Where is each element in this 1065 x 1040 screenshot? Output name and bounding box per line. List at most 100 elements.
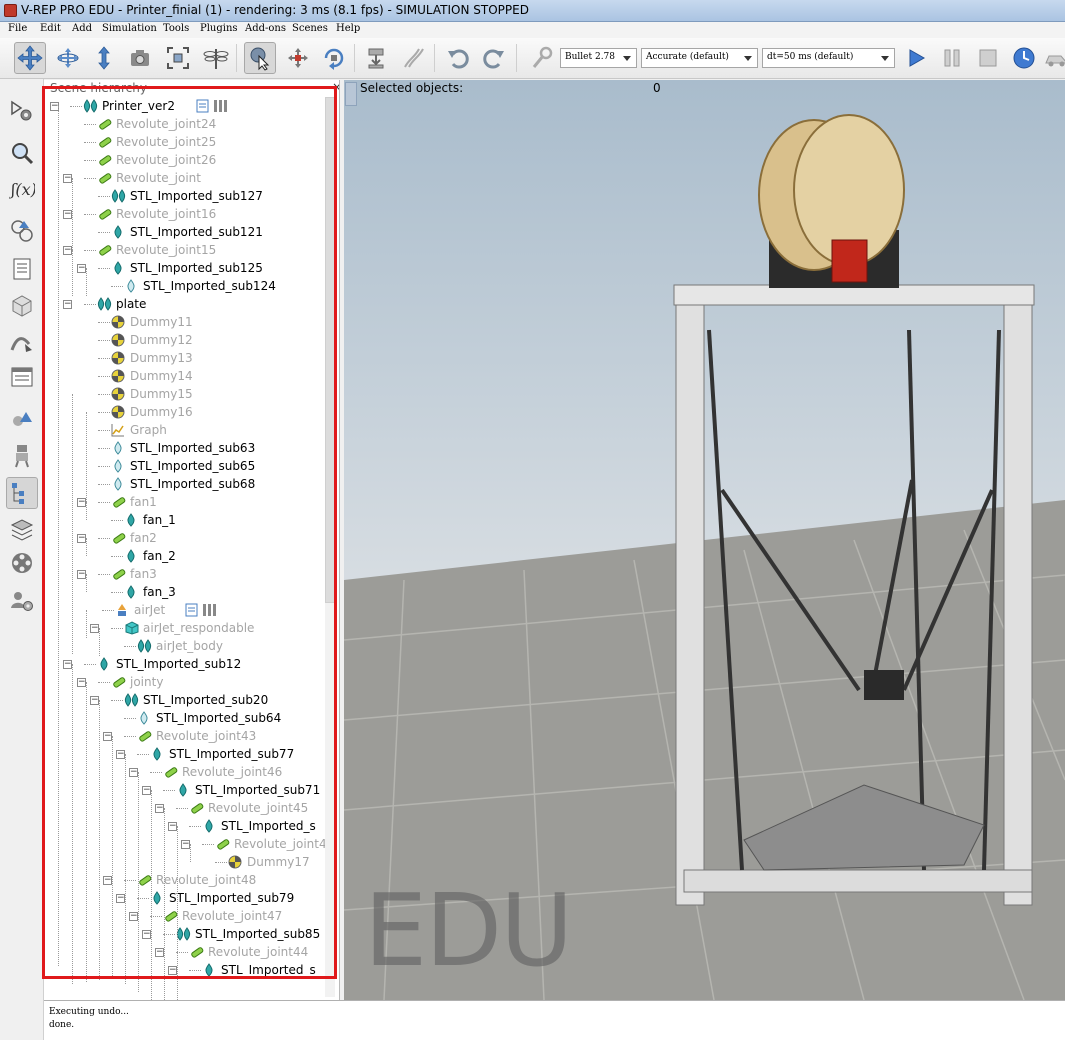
collapse-toggle[interactable]: − [155, 804, 164, 813]
tree-row[interactable]: − STL_Imported_sub12 [44, 655, 325, 673]
undo-button[interactable] [442, 42, 474, 74]
camera-shift-button[interactable] [88, 42, 120, 74]
collapse-toggle[interactable]: − [90, 624, 99, 633]
tree-row[interactable]: Dummy12 [44, 331, 325, 349]
camera-rotate-button[interactable] [52, 42, 84, 74]
assemble-button[interactable] [360, 42, 392, 74]
shape-edit-button[interactable] [6, 289, 38, 321]
tree-row[interactable]: − Revolute_joint15 [44, 241, 325, 259]
collapse-toggle[interactable]: − [116, 894, 125, 903]
tree-row[interactable]: Dummy11 [44, 313, 325, 331]
tree-row[interactable]: Dummy14 [44, 367, 325, 385]
fly-mode-button[interactable] [200, 42, 232, 74]
timestep-select[interactable]: dt=50 ms (default) [762, 48, 895, 68]
collapse-toggle[interactable]: − [103, 732, 112, 741]
menu-addons[interactable]: Add-ons [245, 23, 286, 34]
shape-icon [202, 963, 216, 977]
joint-icon [111, 531, 126, 545]
collapse-toggle[interactable]: − [168, 822, 177, 831]
physics-engine-select[interactable]: Bullet 2.78 [560, 48, 637, 68]
tree-row[interactable]: airJet_body [44, 637, 325, 655]
tree-row[interactable]: STL_Imported_sub121 [44, 223, 325, 241]
pause-simulation-button[interactable] [936, 42, 968, 74]
collections-button[interactable] [6, 215, 38, 247]
vehicle-button[interactable] [1040, 42, 1065, 74]
collapse-toggle[interactable]: − [90, 696, 99, 705]
menu-file[interactable]: File [8, 23, 27, 34]
real-time-button[interactable] [1008, 42, 1040, 74]
robot-model-button[interactable] [6, 439, 38, 471]
collapse-toggle[interactable]: − [155, 948, 164, 957]
hierarchy-scrollbar[interactable] [325, 97, 335, 997]
object-shift-button[interactable] [282, 42, 314, 74]
collapse-toggle[interactable]: − [63, 174, 72, 183]
scripts-button[interactable] [6, 253, 38, 285]
tree-row[interactable]: Revolute_joint24 [44, 115, 325, 133]
collapse-toggle[interactable]: − [142, 930, 151, 939]
tree-row-label: Dummy17 [247, 855, 310, 869]
collapse-toggle[interactable]: − [103, 876, 112, 885]
camera-angle-button[interactable] [124, 42, 156, 74]
menu-tools[interactable]: Tools [163, 23, 189, 34]
ui-editor-button[interactable] [6, 361, 38, 393]
tree-row[interactable]: − Printer_ver2 [44, 97, 325, 115]
close-icon[interactable]: × [332, 80, 339, 94]
calculation-modules-button[interactable]: ʃ(x) [6, 173, 38, 205]
scene-viewport[interactable]: EDU [344, 80, 1065, 1000]
accuracy-select[interactable]: Accurate (default) [641, 48, 758, 68]
menu-simulation[interactable]: Simulation [102, 23, 157, 34]
dynamics-toggle-button[interactable] [526, 42, 558, 74]
menu-scenes[interactable]: Scenes [292, 23, 328, 34]
collapse-toggle[interactable]: − [168, 966, 177, 975]
tree-guide-line [177, 826, 178, 1000]
click-select-button[interactable] [244, 42, 276, 74]
tree-row[interactable]: STL_Imported_sub127 [44, 187, 325, 205]
tree-row-label: Revolute_joint26 [116, 153, 217, 167]
camera-pan-button[interactable] [14, 42, 46, 74]
collapse-toggle[interactable]: − [77, 570, 86, 579]
collapse-toggle[interactable]: − [129, 912, 138, 921]
viewport-handle[interactable] [345, 82, 357, 106]
tree-row[interactable]: Dummy15 [44, 385, 325, 403]
collapse-toggle[interactable]: − [63, 210, 72, 219]
status-console[interactable]: Executing undo... done. [44, 1000, 1065, 1040]
tree-row[interactable]: Revolute_joint25 [44, 133, 325, 151]
collapse-toggle[interactable]: − [63, 246, 72, 255]
collapse-toggle[interactable]: − [129, 768, 138, 777]
transfer-dna-button[interactable] [396, 42, 428, 74]
collapse-toggle[interactable]: − [116, 750, 125, 759]
collapse-toggle[interactable]: − [63, 300, 72, 309]
start-simulation-button[interactable] [900, 42, 932, 74]
tree-row[interactable]: − Revolute_joint16 [44, 205, 325, 223]
tree-row[interactable]: − Revolute_joint [44, 169, 325, 187]
path-edit-button[interactable] [6, 327, 38, 359]
redo-button[interactable] [478, 42, 510, 74]
tree-row[interactable]: Revolute_joint26 [44, 151, 325, 169]
menu-plugins[interactable]: Plugins [200, 23, 238, 34]
object-rotate-button[interactable] [318, 42, 350, 74]
collapse-toggle[interactable]: − [77, 498, 86, 507]
scene-hierarchy-toggle[interactable] [6, 477, 38, 509]
user-settings-button[interactable] [6, 585, 38, 617]
collapse-toggle[interactable]: − [63, 660, 72, 669]
tree-row[interactable]: − plate [44, 295, 325, 313]
layers-button[interactable] [6, 513, 38, 545]
model-browser-button[interactable] [6, 403, 38, 435]
tree-row[interactable]: Dummy13 [44, 349, 325, 367]
edu-watermark: EDU [364, 872, 573, 989]
collapse-toggle[interactable]: − [77, 534, 86, 543]
scrollbar-thumb[interactable] [325, 97, 335, 603]
simulation-settings-button[interactable] [6, 95, 38, 127]
collapse-toggle[interactable]: − [77, 264, 86, 273]
collapse-toggle[interactable]: − [77, 678, 86, 687]
fit-to-view-button[interactable] [162, 42, 194, 74]
stop-simulation-button[interactable] [972, 42, 1004, 74]
object-properties-button[interactable] [6, 137, 38, 169]
menu-edit[interactable]: Edit [40, 23, 61, 34]
menu-add[interactable]: Add [72, 23, 92, 34]
collapse-toggle[interactable]: − [142, 786, 151, 795]
menu-help[interactable]: Help [336, 23, 360, 34]
collapse-toggle[interactable]: − [181, 840, 190, 849]
video-recorder-button[interactable] [6, 547, 38, 579]
toolbar-separator [354, 44, 355, 72]
